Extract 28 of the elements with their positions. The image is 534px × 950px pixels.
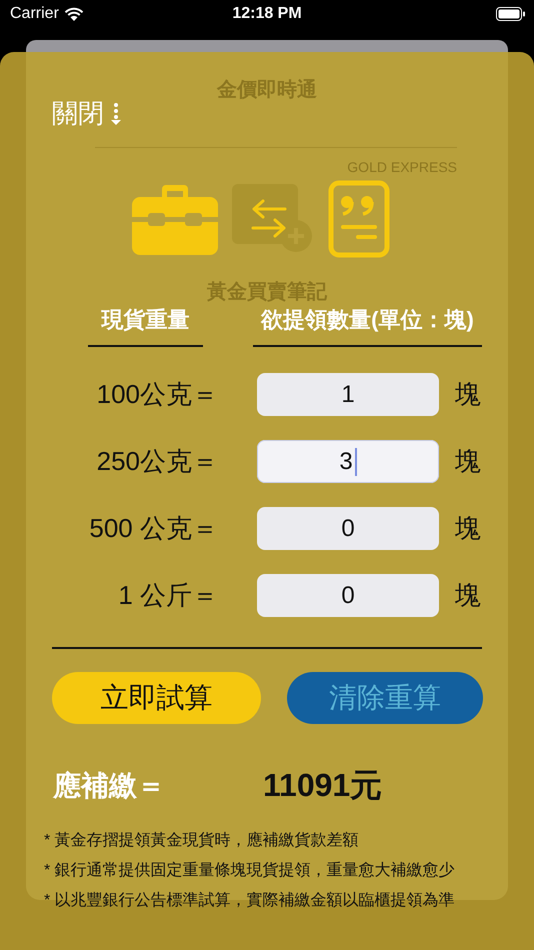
quantity-field[interactable]: 0 — [257, 507, 439, 550]
status-time: 12:18 PM — [232, 5, 302, 23]
carrier-label: Carrier — [10, 5, 59, 23]
unit-label: 塊 — [455, 445, 481, 478]
note-text: * 黃金存摺提領黃金現貨時，應補繳貨款差額 — [44, 830, 360, 851]
quantity-field[interactable]: 1 — [257, 373, 439, 416]
note-text: * 以兆豐銀行公告標準試算，實際補繳金額以臨櫃提領為準 — [44, 890, 456, 911]
wifi-icon — [64, 6, 84, 22]
quantity-field[interactable]: 3 — [257, 440, 439, 483]
unit-label: 塊 — [455, 579, 481, 612]
toolbox-icon — [132, 183, 218, 255]
weight-label: 500 公克＝ — [88, 512, 218, 545]
quote-document-icon — [328, 180, 390, 258]
unit-label: 塊 — [455, 378, 481, 411]
weight-column-header: 現貨重量 — [88, 305, 203, 347]
weight-label: 1 公斤＝ — [117, 579, 218, 612]
dots-down-arrow-icon — [110, 102, 122, 126]
weight-label: 250公克＝ — [96, 445, 218, 478]
result-value: 11091元 — [263, 766, 382, 805]
quantity-column-header: 欲提領數量(單位：塊) — [253, 305, 482, 347]
weight-label: 100公克＝ — [96, 378, 218, 411]
calculate-button[interactable]: 立即試算 — [52, 672, 261, 724]
unit-label: 塊 — [455, 512, 481, 545]
result-label: 應補繳＝ — [53, 769, 165, 803]
note-text: * 銀行通常提供固定重量條塊現貨提領，重量愈大補繳愈少 — [44, 860, 456, 881]
battery-icon — [496, 7, 526, 21]
quantity-field[interactable]: 0 — [257, 574, 439, 617]
document-plus-icon — [232, 184, 312, 252]
